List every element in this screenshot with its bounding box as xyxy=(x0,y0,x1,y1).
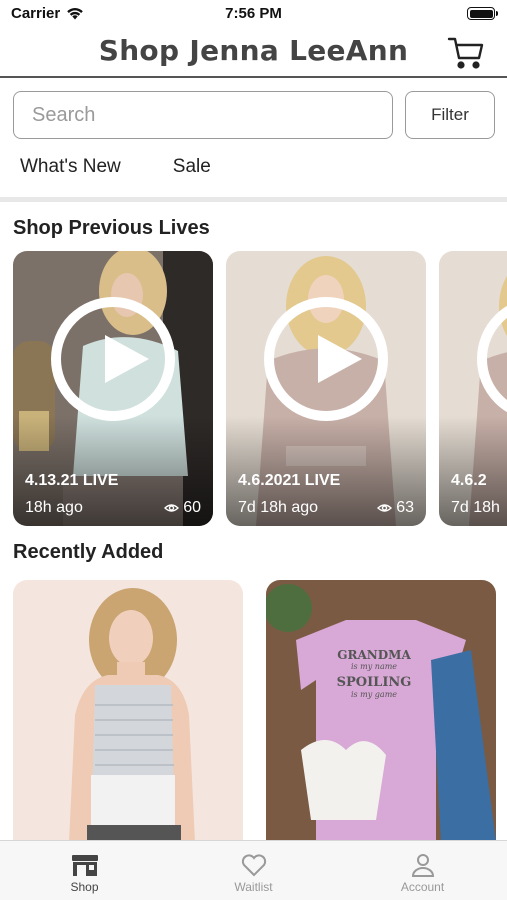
shirt-print-line: is my game xyxy=(350,690,398,699)
tab-label: Account xyxy=(400,880,445,894)
product-card[interactable] xyxy=(13,580,243,842)
view-count: 63 xyxy=(396,499,414,516)
shirt-print-line: GRANDMA xyxy=(337,648,411,662)
tab-bar: Shop Waitlist Account xyxy=(0,840,507,900)
tab-account[interactable]: Account xyxy=(338,841,507,900)
user-icon xyxy=(411,854,434,877)
section-title-recently-added: Recently Added xyxy=(13,541,164,563)
heart-icon xyxy=(241,854,266,877)
eye-icon xyxy=(164,504,180,512)
category-tabs: What's New Sale xyxy=(20,156,211,178)
tab-whats-new[interactable]: What's New xyxy=(20,156,121,178)
status-time: 7:56 PM xyxy=(225,5,282,22)
tab-shop[interactable]: Shop xyxy=(0,841,169,900)
store-icon xyxy=(71,855,98,876)
live-title: 4.6.2021 LIVE xyxy=(238,472,341,489)
filter-button[interactable]: Filter xyxy=(405,91,495,139)
app-header: Shop Jenna LeeAnn xyxy=(0,28,507,78)
tab-label: Waitlist xyxy=(234,880,273,894)
live-views: 63 xyxy=(377,499,414,517)
live-title: 4.13.21 LIVE xyxy=(25,472,119,489)
play-icon[interactable] xyxy=(264,297,388,421)
eye-icon xyxy=(377,504,393,512)
live-title: 4.6.2 xyxy=(451,472,487,489)
shirt-print: GRANDMA is my name SPOILING is my game xyxy=(324,648,424,699)
previous-lives-carousel[interactable]: 4.13.21 LIVE 18h ago 60 4.6.2021 LIVE 7d… xyxy=(13,251,507,526)
battery-icon xyxy=(467,7,498,20)
section-title-previous-lives: Shop Previous Lives xyxy=(13,217,210,239)
product-image xyxy=(266,580,496,842)
page-title: Shop Jenna LeeAnn xyxy=(98,34,409,67)
play-icon[interactable] xyxy=(51,297,175,421)
live-video-card[interactable]: 4.13.21 LIVE 18h ago 60 xyxy=(13,251,213,526)
search-box[interactable] xyxy=(13,91,393,139)
tab-sale[interactable]: Sale xyxy=(173,156,211,178)
live-time-ago: 18h ago xyxy=(25,499,83,516)
live-time-ago: 7d 18h xyxy=(451,499,500,516)
tab-label: Shop xyxy=(70,880,99,894)
cart-icon[interactable] xyxy=(447,36,485,70)
tab-waitlist[interactable]: Waitlist xyxy=(169,841,338,900)
status-bar: Carrier 7:56 PM xyxy=(0,0,507,28)
live-video-card[interactable]: 4.6.2 7d 18h xyxy=(439,251,507,526)
live-views: 60 xyxy=(164,499,201,517)
product-image xyxy=(13,580,243,842)
view-count: 60 xyxy=(183,499,201,516)
live-video-card[interactable]: 4.6.2021 LIVE 7d 18h ago 63 xyxy=(226,251,426,526)
search-input[interactable] xyxy=(32,103,374,127)
product-card[interactable]: GRANDMA is my name SPOILING is my game xyxy=(266,580,496,842)
shirt-print-line: is my name xyxy=(350,662,398,671)
section-divider xyxy=(0,197,507,202)
shirt-print-line: SPOILING xyxy=(336,675,412,690)
live-time-ago: 7d 18h ago xyxy=(238,499,319,516)
